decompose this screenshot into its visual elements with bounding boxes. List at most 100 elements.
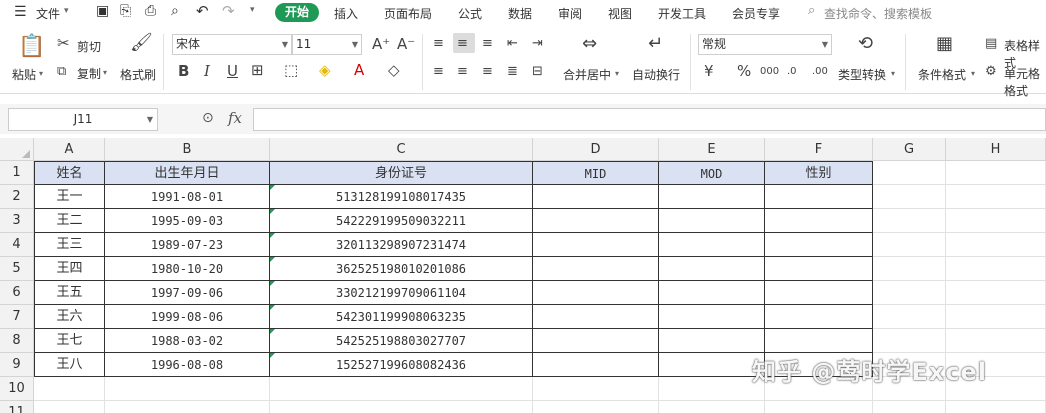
conditional-format-dropdown-icon[interactable]: ▾ [971,69,975,78]
table-cell[interactable] [659,281,765,305]
table-cell[interactable] [659,233,765,257]
table-cell[interactable] [533,257,659,281]
copy-button[interactable]: 复制 [77,65,101,82]
table-cell[interactable] [659,305,765,329]
table-cell[interactable] [34,377,105,401]
table-cell[interactable]: 320113298907231474 [270,233,533,257]
decrease-decimal-icon[interactable]: .00 [812,64,828,79]
table-cell[interactable] [946,185,1046,209]
type-convert-icon[interactable]: ⟲ [858,35,873,53]
table-cell[interactable] [873,401,946,413]
row-header[interactable]: 3 [0,209,34,233]
table-cell[interactable] [34,401,105,413]
table-cell[interactable]: 362525198010201086 [270,257,533,281]
type-convert-button[interactable]: 类型转换 [838,66,886,83]
table-cell[interactable]: 王三 [34,233,105,257]
row-header[interactable]: 11 [0,401,34,413]
table-cell[interactable] [946,281,1046,305]
table-cell[interactable] [946,161,1046,185]
row-header[interactable]: 5 [0,257,34,281]
table-header-cell[interactable]: 姓名 [34,161,105,185]
table-cell[interactable] [873,281,946,305]
fill-color-icon[interactable]: ◈ [319,63,331,78]
table-style-icon[interactable]: ▤ [985,36,997,51]
row-header[interactable]: 9 [0,353,34,377]
table-cell[interactable]: 1997-09-06 [105,281,270,305]
table-cell[interactable]: 152527199608082436 [270,353,533,377]
column-header-a[interactable]: A [34,138,105,161]
table-cell[interactable]: 542301199908063235 [270,305,533,329]
border-icon[interactable]: ⊞ [251,63,264,78]
table-cell[interactable] [873,329,946,353]
increase-indent-icon[interactable]: ⇥ [532,36,543,51]
table-cell[interactable] [765,401,873,413]
table-cell[interactable] [946,233,1046,257]
file-menu[interactable]: 文件 [36,5,60,22]
merge-center-icon[interactable]: ⇔ [582,35,597,53]
align-left-icon[interactable]: ≡ [433,64,444,79]
align-bottom-icon[interactable]: ≡ [482,36,493,51]
table-cell[interactable]: 王六 [34,305,105,329]
table-cell[interactable] [946,329,1046,353]
table-cell[interactable] [873,185,946,209]
table-cell[interactable] [765,209,873,233]
table-cell[interactable]: 542229199509032211 [270,209,533,233]
table-cell[interactable] [873,305,946,329]
formula-input[interactable] [253,108,1046,131]
italic-icon[interactable]: I [204,64,210,79]
redo-icon[interactable]: ↷ [222,2,235,20]
cell-format-icon[interactable]: ⚙ [985,64,997,79]
name-box[interactable]: J11 ▼ [8,108,158,131]
table-cell[interactable] [533,185,659,209]
tab-developer[interactable]: 开发工具 [658,5,706,22]
table-cell[interactable] [659,329,765,353]
table-cell[interactable] [270,377,533,401]
table-cell[interactable] [533,353,659,377]
undo-icon[interactable]: ↶ [196,2,209,20]
row-header[interactable]: 10 [0,377,34,401]
table-cell[interactable]: 王二 [34,209,105,233]
tab-data[interactable]: 数据 [508,5,532,22]
table-cell[interactable] [765,233,873,257]
decrease-indent-icon[interactable]: ⇤ [507,36,518,51]
tab-page-layout[interactable]: 页面布局 [384,5,432,22]
table-cell[interactable] [873,161,946,185]
table-cell[interactable] [946,401,1046,413]
font-name-select[interactable]: 宋体 ▼ [172,34,292,55]
row-header[interactable]: 8 [0,329,34,353]
tab-review[interactable]: 审阅 [558,5,582,22]
table-cell[interactable] [105,377,270,401]
cell-format-button[interactable]: 单元格格式 [1004,65,1046,99]
column-header-e[interactable]: E [659,138,765,161]
decrease-font-icon[interactable]: A⁻ [397,37,415,52]
align-right-icon[interactable]: ≡ [482,64,493,79]
table-cell[interactable] [105,401,270,413]
conditional-format-button[interactable]: 条件格式 [918,66,966,83]
table-cell[interactable] [659,377,765,401]
table-cell[interactable]: 1991-08-01 [105,185,270,209]
table-cell[interactable]: 王四 [34,257,105,281]
clear-icon[interactable]: ◇ [388,63,400,78]
underline-icon[interactable]: U [227,64,238,79]
print-icon[interactable]: ⎙ [145,3,156,19]
table-cell[interactable]: 王一 [34,185,105,209]
column-header-b[interactable]: B [105,138,270,161]
table-cell[interactable] [946,305,1046,329]
table-cell[interactable] [659,353,765,377]
table-cell[interactable] [873,233,946,257]
table-cell[interactable]: 513128199108017435 [270,185,533,209]
table-header-cell[interactable]: 身份证号 [270,161,533,185]
table-cell[interactable] [946,257,1046,281]
row-header[interactable]: 4 [0,233,34,257]
row-header[interactable]: 1 [0,161,34,185]
scissors-icon[interactable]: ✂ [57,36,70,51]
merge-center-button[interactable]: 合并居中 [563,66,611,83]
table-cell[interactable] [659,401,765,413]
currency-icon[interactable]: ¥ [704,64,714,79]
paste-icon[interactable]: 📋 [18,36,45,58]
table-cell[interactable]: 1995-09-03 [105,209,270,233]
tab-member[interactable]: 会员专享 [732,5,780,22]
column-header-f[interactable]: F [765,138,873,161]
distributed-icon[interactable]: ⊟ [532,64,543,79]
table-header-cell[interactable]: MID [533,161,659,185]
